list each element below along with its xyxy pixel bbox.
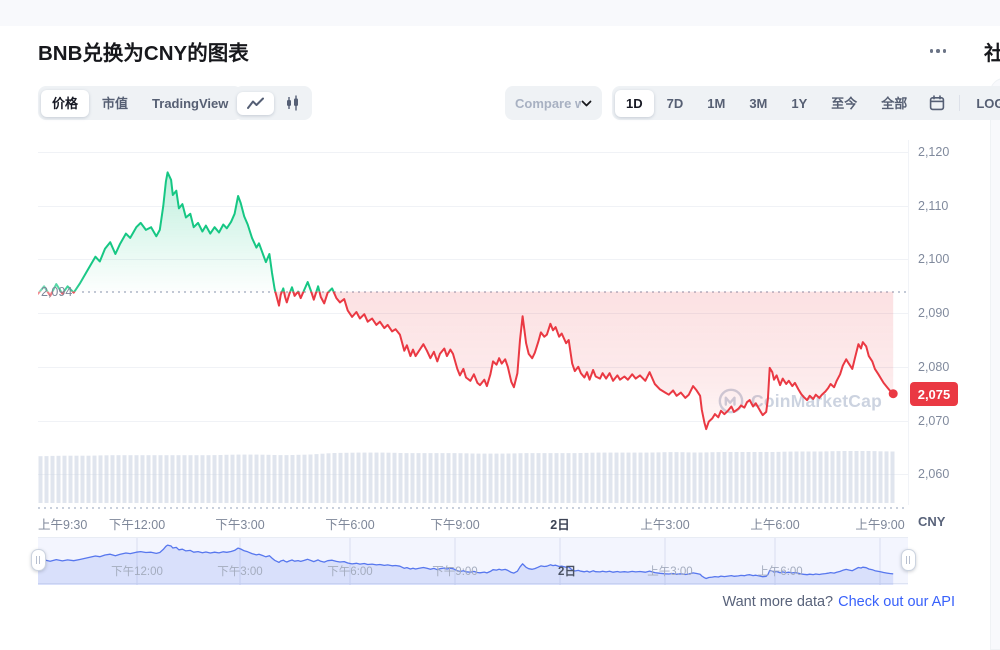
range-button-3m[interactable]: 3M	[738, 90, 778, 117]
range-selector-group: 1D7D1M3M1Y至今全部 LOG	[612, 86, 1000, 120]
view-tab-tradingview[interactable]: TradingView	[141, 90, 239, 117]
range-button-7d[interactable]: 7D	[656, 90, 695, 117]
x-axis-label: 上午9:00	[855, 514, 904, 533]
navigator-label: 上午6:00	[757, 563, 802, 579]
calendar-icon[interactable]	[920, 90, 954, 116]
api-link[interactable]: Check out our API	[838, 594, 955, 610]
range-button-ytd[interactable]: 至今	[820, 90, 868, 117]
y-axis-label: 2,060	[918, 466, 949, 482]
plot-right-border	[908, 140, 909, 505]
range-divider	[959, 95, 960, 111]
x-axis-line	[38, 507, 908, 509]
y-axis-unit-label: CNY	[918, 514, 945, 529]
y-axis-label: 2,100	[918, 251, 949, 267]
y-axis-label: 2,070	[918, 413, 949, 429]
navigator-right-handle[interactable]	[901, 549, 916, 571]
range-button-1m[interactable]: 1M	[696, 90, 736, 117]
navigator-label: 下午12:00	[111, 563, 163, 579]
open-price-label: 2,094	[41, 285, 72, 299]
range-button-all[interactable]: 全部	[870, 90, 918, 117]
view-tab-group: 价格市值TradingView	[38, 86, 242, 120]
y-axis-label: 2,080	[918, 359, 949, 375]
price-chart-plot[interactable]	[38, 140, 908, 505]
chart-type-group	[234, 86, 312, 120]
line-chart-icon[interactable]	[237, 92, 274, 115]
navigator-label: 下午3:00	[217, 563, 262, 579]
range-button-log[interactable]: LOG	[965, 90, 1000, 117]
y-axis-label: 2,110	[918, 198, 948, 214]
api-promo: Want more data? Check out our API	[722, 594, 955, 610]
compare-dropdown[interactable]: Compare w	[505, 86, 602, 120]
x-axis-label: 下午6:00	[325, 514, 374, 533]
compare-label: Compare w	[515, 96, 581, 111]
view-tab-price[interactable]: 价格	[41, 90, 89, 117]
navigator-label: 上午3:00	[647, 563, 692, 579]
candlestick-icon[interactable]	[276, 90, 309, 116]
y-axis-label: 2,090	[918, 305, 949, 321]
x-axis-label: 上午6:00	[750, 514, 799, 533]
navigator-left-handle[interactable]	[31, 549, 46, 571]
navigator-label: 下午6:00	[327, 563, 372, 579]
top-strip	[0, 0, 1000, 26]
view-tab-market-cap[interactable]: 市值	[91, 90, 139, 117]
range-button-1d[interactable]: 1D	[615, 90, 654, 117]
range-button-1y[interactable]: 1Y	[780, 90, 818, 117]
api-promo-text: Want more data?	[722, 594, 833, 610]
x-axis-label: 下午3:00	[215, 514, 264, 533]
side-card-edge	[990, 78, 1000, 650]
page-title: BNB兑换为CNY的图表	[38, 36, 249, 66]
x-axis-label: 下午12:00	[109, 514, 165, 533]
x-axis-label: 下午9:00	[430, 514, 479, 533]
y-axis-label: 2,120	[918, 144, 949, 160]
navigator-label: 2日	[558, 563, 576, 579]
x-axis-label: 上午3:00	[640, 514, 689, 533]
chevron-down-icon	[581, 100, 592, 107]
x-axis-label: 2日	[550, 514, 569, 533]
x-axis-label: 上午9:30	[38, 514, 87, 533]
ellipsis-icon[interactable]	[924, 42, 952, 60]
community-tab-partial[interactable]: 社	[984, 37, 1000, 66]
bnb-cny-chart-page: BNB兑换为CNY的图表 社 价格市值TradingView Compare w…	[0, 0, 1000, 650]
navigator-label: 下午9:00	[432, 563, 477, 579]
current-price-badge: 2,075	[910, 382, 958, 406]
